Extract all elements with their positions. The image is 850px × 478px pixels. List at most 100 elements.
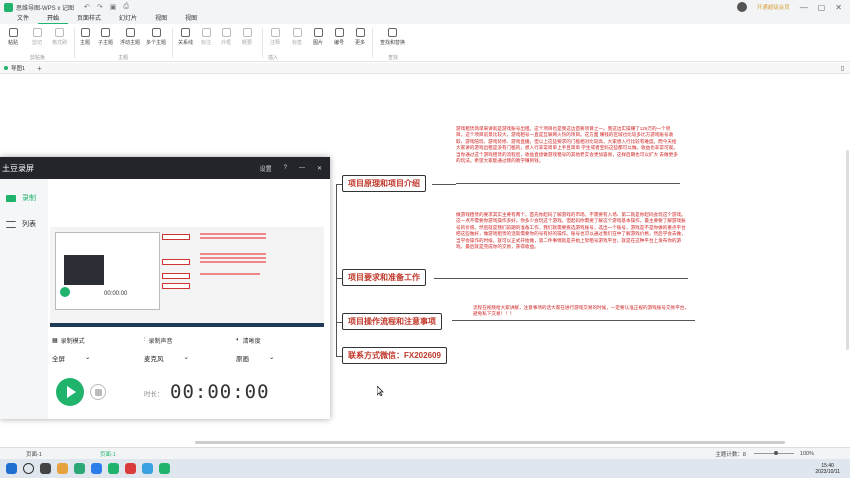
page-tab[interactable]: 页面-1 (100, 450, 116, 458)
brush-icon (55, 28, 64, 37)
help-icon[interactable]: ? (284, 165, 287, 171)
format-painter-button[interactable]: 格式刷 (52, 28, 67, 46)
record-mode-option[interactable]: ▦ 录制模式 全屏 ⌄ (52, 335, 90, 364)
note-icon (270, 28, 280, 37)
print-icon[interactable]: ⎙ (123, 3, 129, 11)
callout-button[interactable]: 标注 (201, 28, 211, 46)
screen-preview: 00:00:00 (50, 227, 324, 327)
preview-node (162, 283, 190, 289)
record-audio-option[interactable]: ⫶ 录制声音 麦克风 ⌄ (144, 335, 189, 364)
node-project-intro[interactable]: 项目原理和项目介绍 (342, 175, 426, 192)
list-icon (6, 220, 16, 228)
redo-icon[interactable]: ↷ (97, 3, 103, 11)
recorder-options: ▦ 录制模式 全屏 ⌄ ⫶ 录制声音 麦克风 ⌄ ◐ 清晰度 原画 ⌄ (52, 335, 322, 375)
menu-file[interactable]: 文件 (8, 14, 38, 24)
menu-start[interactable]: 开始 (38, 14, 69, 24)
note-button[interactable]: 注释 (270, 28, 280, 46)
chevron-down-icon: ⌄ (269, 354, 275, 361)
paste-icon (8, 28, 18, 37)
close-button[interactable]: ✕ (835, 3, 842, 12)
image-button[interactable]: 图片 (313, 28, 323, 46)
find-replace-button[interactable]: 查找和替换 (380, 28, 405, 46)
app-icon[interactable] (142, 463, 153, 474)
browser-icon[interactable] (74, 463, 85, 474)
multi-topic-button[interactable]: 多个主题 (146, 28, 166, 46)
paste-button[interactable]: 粘贴 (8, 28, 18, 46)
horizontal-scrollbar[interactable] (195, 441, 785, 444)
avatar[interactable] (736, 2, 747, 12)
vertical-scrollbar[interactable] (846, 150, 849, 350)
menu-page-style[interactable]: 页面样式 (68, 14, 110, 24)
save-icon[interactable]: ▣ (110, 3, 117, 11)
start-record-button[interactable] (56, 378, 84, 406)
minimize-button[interactable]: — (800, 3, 808, 12)
menu-review[interactable]: 视图 (146, 14, 176, 24)
node-process[interactable]: 项目操作流程和注意事项 (342, 313, 442, 330)
windows-start-icon[interactable] (6, 463, 17, 474)
recorder-window: 土豆录屏 设置 ? — ✕ 录制 列表 00:00:00 ▦ 录制模式 全屏 ⌄… (0, 157, 330, 419)
recorder-minimize-button[interactable]: — (299, 165, 305, 171)
menu-slides[interactable]: 幻灯片 (110, 14, 146, 24)
preview-timer: 00:00:00 (104, 291, 128, 297)
floating-topic-button[interactable]: 浮动主题 (120, 28, 140, 46)
preview-node (162, 259, 190, 265)
zoom-slider[interactable] (753, 451, 794, 455)
menu-view[interactable]: 视图 (176, 14, 206, 24)
topic-button[interactable]: 主题 (80, 28, 90, 46)
duration-label: 时长： (144, 391, 164, 398)
note-intro[interactable]: 游戏租赁简单来讲就是游戏账号出租。这个项目也是我这边首要项目之一。我这边实操赚了… (456, 126, 678, 182)
duration-timer: 00:00:00 (170, 381, 270, 403)
boundary-icon (221, 28, 231, 37)
summary-icon (242, 28, 252, 37)
mindmap-app-icon[interactable] (159, 463, 170, 474)
undo-icon[interactable]: ↶ (84, 3, 90, 11)
relation-line-button[interactable]: 关系线 (178, 28, 193, 46)
wps-icon[interactable] (125, 463, 136, 474)
cut-button[interactable]: 剪切 (32, 28, 42, 46)
preview-note-line (200, 257, 266, 259)
recorder-sidebar: 录制 列表 (0, 179, 48, 419)
preview-node (162, 273, 190, 279)
page-selector[interactable]: 页面-1 (26, 450, 42, 458)
record-mode-value: 全屏 (52, 356, 65, 363)
subtopic-icon (101, 28, 110, 37)
taskbar-clock[interactable]: 15:40 2023/10/11 (815, 463, 840, 475)
group-topic: 主题 (118, 55, 129, 61)
tag-button[interactable]: 标签 (292, 28, 302, 46)
tag-icon (292, 28, 302, 37)
stop-record-button[interactable] (90, 384, 106, 400)
tab-document[interactable]: 导图1 (0, 64, 31, 72)
quality-icon: ◐ (236, 337, 240, 343)
zoom-level[interactable]: 100% (800, 451, 814, 457)
vip-link[interactable]: 开通超级会员 (757, 3, 790, 11)
node-requirements[interactable]: 项目要求和准备工作 (342, 269, 426, 286)
numbering-button[interactable]: 编号 (334, 28, 344, 46)
side-item-list[interactable]: 列表 (0, 211, 48, 237)
settings-button[interactable]: 设置 (260, 164, 272, 173)
quality-option[interactable]: ◐ 清晰度 原画 ⌄ (236, 335, 274, 363)
search-icon[interactable] (23, 463, 34, 474)
summary-button[interactable]: 概要 (242, 28, 252, 46)
note-process[interactable]: 流程在视频给大家讲解，注意事项的话大家在进行游戏交易的时候，一定要认准正规的游戏… (473, 305, 693, 319)
topic-icon (80, 28, 90, 37)
sidebar-toggle-icon[interactable]: ▯ (841, 65, 844, 72)
scissors-icon (32, 28, 42, 37)
more-button[interactable]: 更多 (355, 28, 365, 46)
new-tab-button[interactable]: + (37, 64, 42, 73)
callout-icon (201, 28, 211, 37)
chevron-down-icon: ⌄ (183, 354, 189, 361)
preview-note-line (200, 233, 266, 235)
document-tab-bar: 导图1 + ▯ (0, 63, 850, 74)
topic-count: 主题计数：8 (715, 451, 746, 458)
boundary-button[interactable]: 外框 (221, 28, 231, 46)
subtopic-button[interactable]: 子主题 (98, 28, 113, 46)
file-explorer-icon[interactable] (57, 463, 68, 474)
recorder-close-button[interactable]: ✕ (317, 165, 322, 172)
side-item-record[interactable]: 录制 (0, 185, 48, 211)
maximize-button[interactable]: ▢ (818, 3, 826, 12)
wechat-icon[interactable] (108, 463, 119, 474)
note-requirements[interactable]: 做游戏租赁的要求其实主要有两个。首先你起码了解游戏的市场。不需要有入场、第二就是… (456, 212, 686, 276)
task-view-icon[interactable] (40, 463, 51, 474)
node-contact[interactable]: 联系方式微信：FX202609 (342, 347, 447, 364)
app-icon[interactable] (91, 463, 102, 474)
